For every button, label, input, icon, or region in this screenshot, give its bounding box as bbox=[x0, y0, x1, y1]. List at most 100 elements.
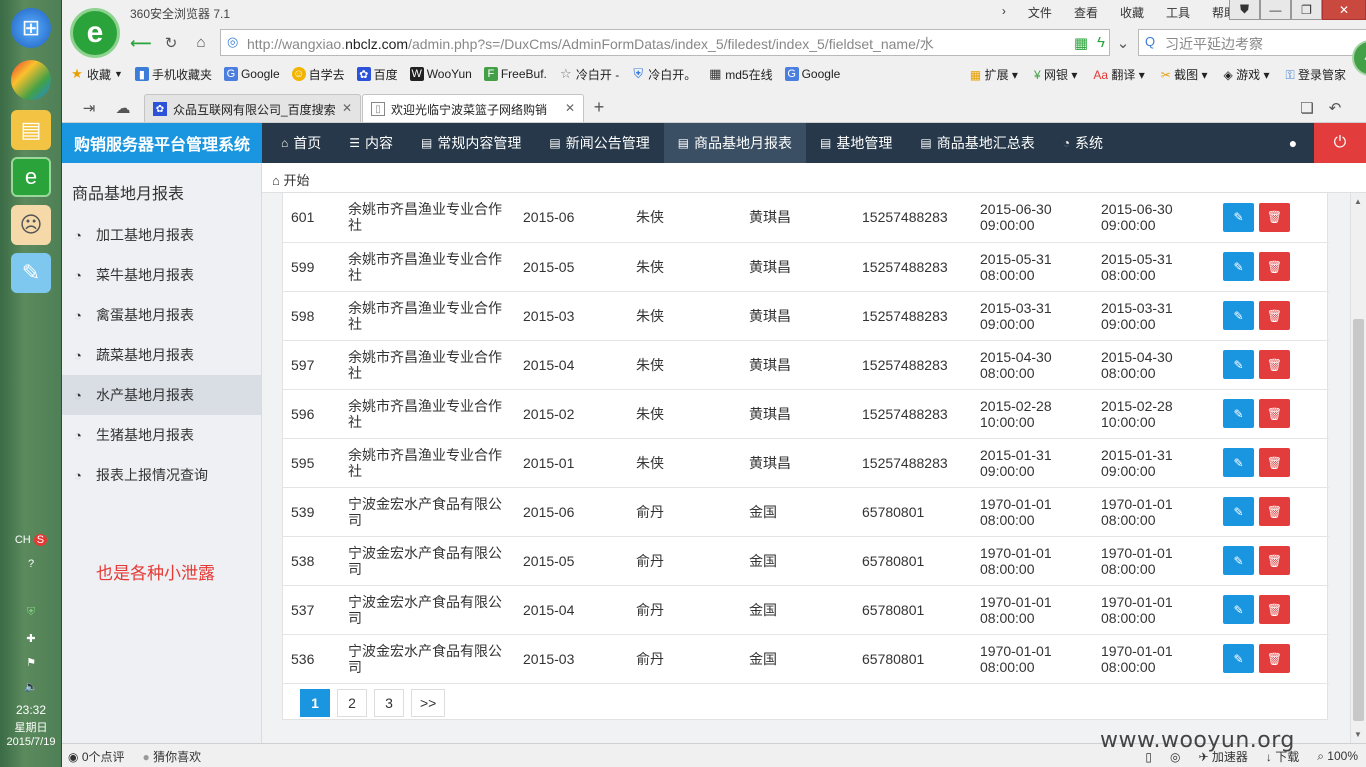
translate-tool[interactable]: Aa 翻译 ▾ bbox=[1093, 66, 1144, 83]
zoom-status[interactable]: ⌕ 100% bbox=[1317, 749, 1358, 764]
delete-button[interactable]: 🗑 bbox=[1259, 595, 1290, 624]
page-3-button[interactable]: 3 bbox=[374, 689, 404, 717]
close-tab-icon[interactable]: ✕ bbox=[342, 101, 352, 115]
new-tab-icon[interactable]: + bbox=[586, 96, 612, 119]
sidebar-item-vegetable[interactable]: ◔ 蔬菜基地月报表 bbox=[62, 335, 261, 375]
shirt-skin-icon[interactable]: ⛊ bbox=[1229, 0, 1260, 20]
fav-item[interactable]: G Google bbox=[784, 67, 840, 81]
power-icon[interactable]: ⏻ bbox=[1314, 123, 1366, 163]
bank-tool[interactable]: ¥ 网银 ▾ bbox=[1034, 66, 1077, 83]
delete-button[interactable]: 🗑 bbox=[1259, 252, 1290, 281]
edit-button[interactable]: ✎ bbox=[1223, 644, 1254, 673]
edit-button[interactable]: ✎ bbox=[1223, 595, 1254, 624]
sidebar-toggle-icon[interactable]: ⇥ bbox=[76, 96, 102, 119]
explorer-icon[interactable]: ▤ bbox=[11, 110, 51, 150]
chevron-right-icon[interactable]: › bbox=[1002, 4, 1006, 21]
brand-title[interactable]: 购销服务器平台管理系统 bbox=[62, 123, 262, 163]
undo-close-icon[interactable]: ↶ bbox=[1322, 96, 1348, 119]
fav-item[interactable]: F FreeBuf. bbox=[483, 67, 547, 81]
edit-button[interactable]: ✎ bbox=[1223, 546, 1254, 575]
scroll-down-icon[interactable]: ▼ bbox=[1354, 730, 1362, 739]
user-icon[interactable]: ● bbox=[1273, 123, 1313, 163]
menu-tools[interactable]: 工具 bbox=[1166, 4, 1190, 21]
security-tray-icon[interactable]: ⛨ bbox=[0, 606, 62, 619]
tab-baidu-search[interactable]: ✿ 众品互联网有限公司_百度搜索 ✕ bbox=[144, 94, 361, 122]
app-color-icon[interactable] bbox=[11, 60, 51, 100]
cloud-icon[interactable]: ☁ bbox=[110, 96, 136, 119]
home-icon[interactable]: ⌂ bbox=[188, 31, 214, 54]
fav-item[interactable]: ▮ 手机收藏夹 bbox=[134, 66, 212, 83]
sidebar-item-aquatic[interactable]: ◔ 水产基地月报表 bbox=[62, 375, 261, 415]
notepad-icon[interactable]: ✎ bbox=[11, 253, 51, 293]
browser-360-taskbar-icon[interactable]: e bbox=[11, 157, 51, 197]
flag-tray-icon[interactable]: ⚑ bbox=[0, 656, 62, 669]
delete-button[interactable]: 🗑 bbox=[1259, 448, 1290, 477]
fav-item[interactable]: ▦ md5在线 bbox=[708, 66, 773, 83]
scroll-up-icon[interactable]: ▲ bbox=[1354, 197, 1362, 206]
fav-item[interactable]: ★ 收藏 ▼ bbox=[70, 66, 123, 83]
close-button[interactable]: ✕ bbox=[1322, 0, 1366, 20]
help-icon[interactable]: ? bbox=[0, 558, 62, 570]
menu-view[interactable]: 查看 bbox=[1074, 4, 1098, 21]
next-page-button[interactable]: >> bbox=[411, 689, 446, 717]
extension-tool[interactable]: ▦ 扩展 ▾ bbox=[970, 66, 1018, 83]
nav-monthly-report[interactable]: ▤ 商品基地月报表 bbox=[663, 123, 807, 163]
edit-button[interactable]: ✎ bbox=[1223, 301, 1254, 330]
minimize-button[interactable]: — bbox=[1260, 0, 1291, 20]
scroll-thumb[interactable] bbox=[1353, 319, 1364, 721]
login-tool[interactable]: ⚿ 登录管家 bbox=[1286, 66, 1347, 83]
nav-content[interactable]: ☰ 内容 bbox=[335, 123, 407, 163]
dropdown-icon[interactable]: ⌄ bbox=[1110, 31, 1136, 54]
sogou-icon[interactable]: S bbox=[33, 534, 48, 546]
face-app-icon[interactable]: ☹ bbox=[11, 205, 51, 245]
fav-item[interactable]: ☺ 自学去 bbox=[291, 66, 345, 83]
delete-button[interactable]: 🗑 bbox=[1259, 644, 1290, 673]
sidebar-item-report-query[interactable]: ◔ 报表上报情况查询 bbox=[62, 455, 261, 495]
refresh-icon[interactable]: ↻ bbox=[158, 31, 184, 54]
edit-button[interactable]: ✎ bbox=[1223, 399, 1254, 428]
delete-button[interactable]: 🗑 bbox=[1259, 350, 1290, 379]
page-scrollbar[interactable]: ▲ ▼ bbox=[1350, 193, 1366, 743]
fav-item[interactable]: W WooYun bbox=[409, 67, 472, 81]
breadcrumb-start[interactable]: 开始 bbox=[283, 173, 309, 188]
nav-system[interactable]: ◔ 系统 bbox=[1049, 123, 1117, 163]
tab-current[interactable]: ▯ 欢迎光临宁波菜篮子网络购销 ✕ bbox=[362, 94, 584, 122]
sidebar-item-processing[interactable]: ◔ 加工基地月报表 bbox=[62, 215, 261, 255]
delete-button[interactable]: 🗑 bbox=[1259, 202, 1290, 232]
edit-button[interactable]: ✎ bbox=[1223, 252, 1254, 281]
fav-item[interactable]: ☆ 冷白开 - bbox=[559, 66, 619, 83]
page-1-button[interactable]: 1 bbox=[300, 689, 330, 717]
nav-news[interactable]: ▤ 新闻公告管理 bbox=[535, 123, 663, 163]
page-2-button[interactable]: 2 bbox=[337, 689, 367, 717]
url-input[interactable]: ◎ http://wangxiao.nbclz.com/admin.php?s=… bbox=[220, 29, 1110, 56]
nav-home[interactable]: ⌂ 首页 bbox=[267, 123, 335, 163]
delete-button[interactable]: 🗑 bbox=[1259, 546, 1290, 575]
sidebar-item-poultry[interactable]: ◔ 禽蛋基地月报表 bbox=[62, 295, 261, 335]
tab-list-icon[interactable]: ❏ bbox=[1294, 96, 1320, 119]
network-tray-icon[interactable]: ✚ bbox=[0, 632, 62, 645]
volume-tray-icon[interactable]: 🔈 bbox=[0, 680, 62, 693]
fav-item[interactable]: G Google bbox=[223, 67, 280, 81]
nav-regular-content[interactable]: ▤ 常规内容管理 bbox=[407, 123, 535, 163]
edit-button[interactable]: ✎ bbox=[1223, 497, 1254, 526]
edit-button[interactable]: ✎ bbox=[1223, 448, 1254, 477]
tray-lang[interactable]: CH S bbox=[0, 534, 62, 546]
delete-button[interactable]: 🗑 bbox=[1259, 301, 1290, 330]
sidebar-item-pig[interactable]: ◔ 生猪基地月报表 bbox=[62, 415, 261, 455]
recommend-status[interactable]: ● 猜你喜欢 bbox=[143, 748, 202, 765]
sidebar-item-cattle[interactable]: ◔ 菜牛基地月报表 bbox=[62, 255, 261, 295]
delete-button[interactable]: 🗑 bbox=[1259, 497, 1290, 526]
windows-start-icon[interactable]: ⊞ bbox=[11, 8, 51, 48]
delete-button[interactable]: 🗑 bbox=[1259, 399, 1290, 428]
close-tab-icon[interactable]: ✕ bbox=[565, 101, 575, 115]
menu-file[interactable]: 文件 bbox=[1028, 4, 1052, 21]
edit-button[interactable]: ✎ bbox=[1223, 350, 1254, 379]
menu-favorites[interactable]: 收藏 bbox=[1120, 4, 1144, 21]
nav-summary[interactable]: ▤ 商品基地汇总表 bbox=[906, 123, 1048, 163]
screenshot-tool[interactable]: ✂ 截图 ▾ bbox=[1161, 66, 1208, 83]
search-input[interactable]: Q 习近平延边考察 ⌕ bbox=[1138, 29, 1366, 56]
game-tool[interactable]: ◈ 游戏 ▾ bbox=[1224, 66, 1270, 83]
fav-item[interactable]: ⛨ 冷白开。 bbox=[631, 66, 696, 83]
comments-status[interactable]: ◉ 0个点评 bbox=[68, 748, 125, 765]
fav-item[interactable]: ✿ 百度 bbox=[356, 66, 398, 83]
